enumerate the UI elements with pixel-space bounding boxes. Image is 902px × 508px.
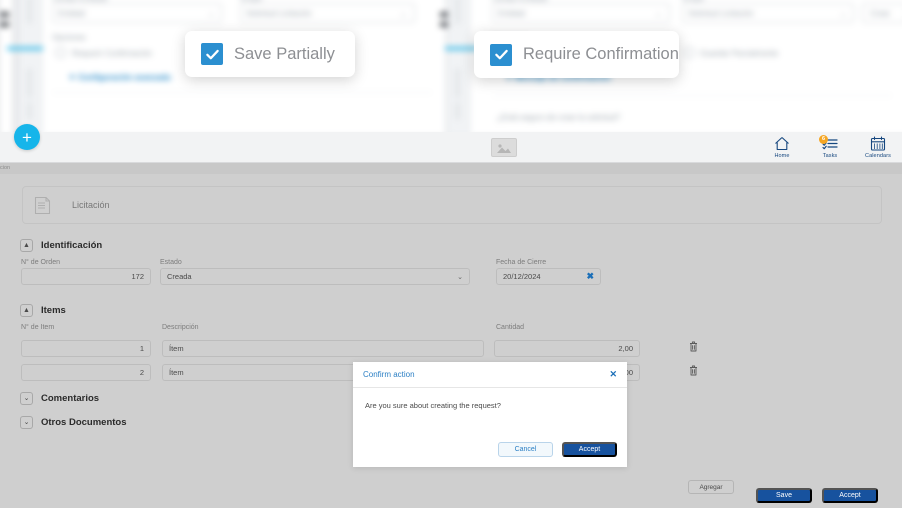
blur-layer: Campo Entidad Entidad ⌄ Grupo Solicitud … xyxy=(0,0,902,132)
toolbar-item-label: Calendars xyxy=(865,152,891,159)
close-icon[interactable]: ✕ xyxy=(609,370,617,379)
label-estado: Estado xyxy=(160,259,182,266)
save-button[interactable]: Save xyxy=(756,487,812,503)
cancel-button[interactable]: Cancel xyxy=(498,442,553,457)
item-row-descripcion-input[interactable]: Ítem xyxy=(162,340,484,357)
select-value: Creada xyxy=(167,272,192,281)
modal-title: Confirm action xyxy=(363,370,415,379)
callout-require-confirmation[interactable]: Require Confirmation xyxy=(474,31,679,78)
confirm-action-modal: Confirm action ✕ Are you sure about crea… xyxy=(353,362,627,467)
bottom-action-bar: Save Accept xyxy=(0,482,902,508)
toolbar-right-actions: Home 6 Tasks Calendars xyxy=(766,132,894,163)
chevron-up-icon[interactable]: ▲ xyxy=(20,239,33,252)
screenshot-root: Campo Entidad Entidad ⌄ Grupo Solicitud … xyxy=(0,0,902,508)
breadcrumb: cion xyxy=(0,165,11,171)
trash-icon[interactable] xyxy=(689,363,698,376)
app-toolbar: + Home 6 Tasks Calendars xyxy=(0,124,902,163)
chevron-down-icon[interactable]: ⌄ xyxy=(20,392,33,405)
input-value: Ítem xyxy=(169,344,184,353)
document-title: Licitación xyxy=(72,200,110,210)
home-icon xyxy=(774,136,790,151)
calendar-icon xyxy=(870,136,886,151)
breadcrumb-strip: cion xyxy=(0,163,902,174)
input-value: 20/12/2024 xyxy=(503,272,541,281)
callout-label: Save Partially xyxy=(234,44,335,63)
toolbar-item-label: Tasks xyxy=(822,152,838,159)
input-value: Ítem xyxy=(169,368,184,377)
section-title: Otros Documentos xyxy=(41,417,127,428)
chevron-up-icon[interactable]: ▲ xyxy=(20,304,33,317)
chevron-down-icon: ⌄ xyxy=(457,273,463,281)
input-fecha-de-cierre[interactable]: 20/12/2024 ✖ xyxy=(496,268,601,285)
input-value: 2,00 xyxy=(618,344,633,353)
section-comentarios[interactable]: ⌄ Comentarios xyxy=(20,392,99,405)
check-icon xyxy=(201,43,223,65)
input-value: 2 xyxy=(139,368,144,377)
label-fecha-de-cierre: Fecha de Cierre xyxy=(496,259,547,266)
section-title: Comentarios xyxy=(41,393,100,404)
item-row-num-input[interactable]: 2 xyxy=(21,364,151,381)
callout-save-partially[interactable]: Save Partially xyxy=(185,31,355,77)
input-value: 172 xyxy=(131,272,144,281)
select-estado[interactable]: Creada ⌄ xyxy=(160,268,470,285)
blurred-background-strip: Campo Entidad Entidad ⌄ Grupo Solicitud … xyxy=(0,0,902,132)
callout-label: Require Confirmation xyxy=(523,45,679,63)
document-icon xyxy=(33,196,52,215)
section-title: Identificación xyxy=(41,240,103,251)
toolbar-item-calendars[interactable]: Calendars xyxy=(862,136,894,159)
toolbar-item-home[interactable]: Home xyxy=(766,136,798,159)
document-header: Licitación xyxy=(22,186,882,224)
column-header-n-de-item: N° de Item xyxy=(21,324,55,331)
clear-icon[interactable]: ✖ xyxy=(586,271,594,282)
modal-accept-button[interactable]: Accept xyxy=(562,442,617,457)
modal-message: Are you sure about creating the request? xyxy=(365,401,501,410)
trash-icon[interactable] xyxy=(689,339,698,352)
check-icon xyxy=(490,43,512,66)
label-n-de-orden: N° de Orden xyxy=(21,259,60,266)
item-row-cantidad-input[interactable]: 2,00 xyxy=(494,340,640,357)
modal-footer: Cancel Accept xyxy=(498,442,617,457)
section-title: Items xyxy=(41,305,66,316)
chevron-down-icon[interactable]: ⌄ xyxy=(20,416,33,429)
image-placeholder-icon xyxy=(491,138,517,157)
input-value: 1 xyxy=(139,344,144,353)
toolbar-item-label: Home xyxy=(774,152,790,159)
item-row-num-input[interactable]: 1 xyxy=(21,340,151,357)
section-items[interactable]: ▲ Items xyxy=(20,304,66,317)
add-button[interactable]: + xyxy=(14,124,40,150)
input-n-de-orden[interactable]: 172 xyxy=(21,268,151,285)
toolbar-item-tasks[interactable]: 6 Tasks xyxy=(814,135,846,159)
plus-icon: + xyxy=(22,127,32,147)
section-otros-documentos[interactable]: ⌄ Otros Documentos xyxy=(20,416,127,429)
accept-button[interactable]: Accept xyxy=(822,487,878,503)
column-header-cantidad: Cantidad xyxy=(496,324,525,331)
modal-header: Confirm action ✕ xyxy=(353,362,627,388)
section-identificacion[interactable]: ▲ Identificación xyxy=(20,239,102,252)
column-header-descripcion: Descripción xyxy=(162,324,199,331)
